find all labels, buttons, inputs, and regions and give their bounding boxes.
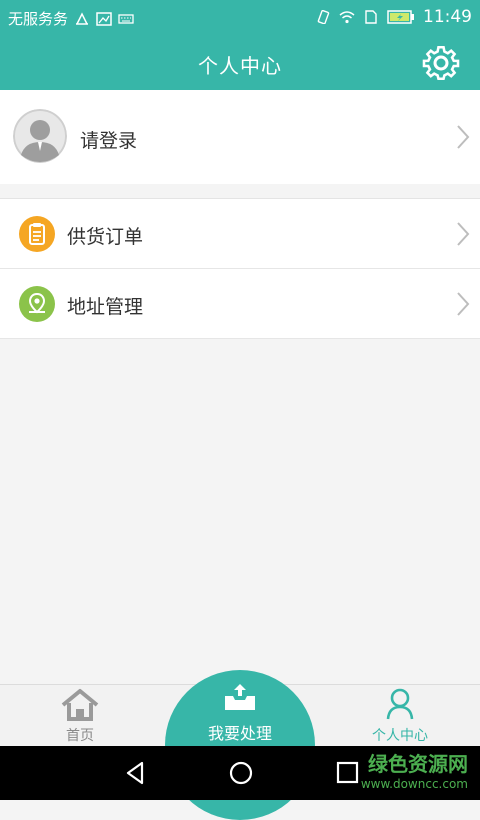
image-icon xyxy=(96,11,112,26)
watermark-url: www.downcc.com xyxy=(360,777,468,791)
menu-item-label: 地址管理 xyxy=(67,296,144,318)
chevron-right-icon xyxy=(457,125,470,149)
home-circle-icon[interactable] xyxy=(227,759,255,787)
vibrate-icon xyxy=(317,10,330,24)
menu-item-label: 供货订单 xyxy=(67,226,144,248)
menu-item-address-management[interactable]: 地址管理 xyxy=(0,269,480,339)
chevron-right-icon xyxy=(457,222,470,246)
recent-apps-icon[interactable] xyxy=(334,759,362,787)
system-navigation-bar: 绿色资源网 www.downcc.com xyxy=(0,746,480,800)
tab-personal-center[interactable]: 个人中心 xyxy=(340,685,460,747)
login-label: 请登录 xyxy=(80,130,138,152)
process-button-label: 我要处理 xyxy=(207,724,272,743)
user-icon xyxy=(386,688,414,720)
location-pin-icon xyxy=(19,286,55,322)
page-title: 个人中心 xyxy=(198,54,282,78)
tab-home[interactable]: 首页 xyxy=(20,685,140,747)
battery-icon xyxy=(387,10,414,24)
watermark-title: 绿色资源网 xyxy=(368,752,468,776)
carrier-text: 无服务务 xyxy=(8,10,69,28)
status-bar: 无服务务 11:49 xyxy=(0,0,480,36)
login-row[interactable]: 请登录 xyxy=(0,90,480,184)
chevron-right-icon xyxy=(457,292,470,316)
watermark: 绿色资源网 www.downcc.com xyxy=(361,748,468,791)
avatar xyxy=(13,109,67,163)
menu-item-supply-orders[interactable]: 供货订单 xyxy=(0,199,480,269)
clock: 11:49 xyxy=(423,7,472,27)
upload-tray-icon xyxy=(225,684,255,710)
usb-icon xyxy=(76,11,89,25)
menu-list: 供货订单 地址管理 xyxy=(0,198,480,339)
home-icon xyxy=(61,689,99,721)
tab-home-label: 首页 xyxy=(66,728,94,744)
wifi-icon xyxy=(339,11,355,24)
keyboard-icon xyxy=(118,13,134,24)
clipboard-icon xyxy=(19,216,55,252)
gear-icon[interactable] xyxy=(420,42,462,84)
sim-icon xyxy=(365,10,377,24)
app-header: 个人中心 xyxy=(0,36,480,90)
back-icon[interactable] xyxy=(122,759,150,787)
tab-me-label: 个人中心 xyxy=(372,728,428,744)
